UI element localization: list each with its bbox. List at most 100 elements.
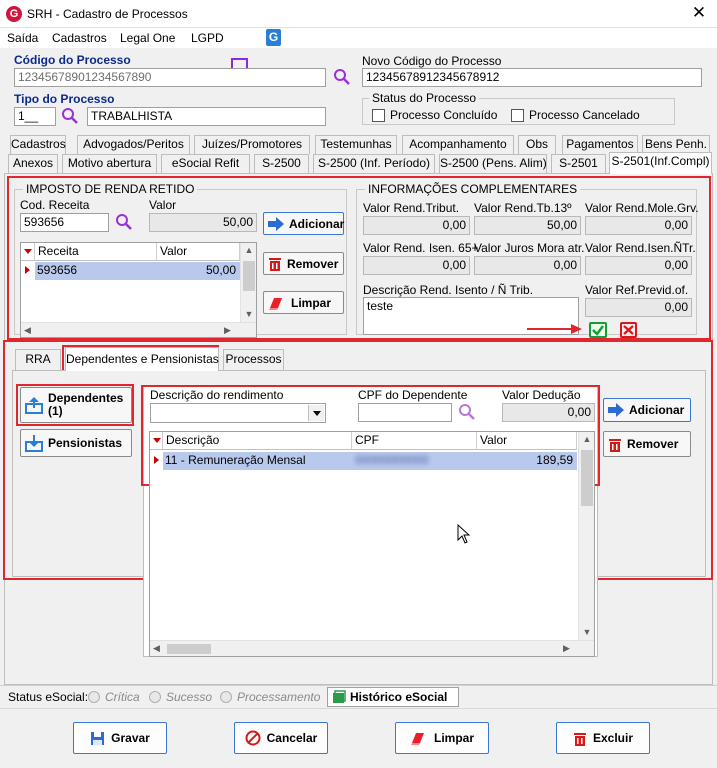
tab-juizes[interactable]: Juízes/Promotores [194,135,310,154]
info-field-label: Valor Rend.Tribut. [363,201,460,215]
ir-grid: Receita Valor 593656 50,00 ▲ ▼ ◀ ▶ [20,242,257,338]
valor-deducao-input: 0,00 [502,403,595,422]
excluir-button[interactable]: Excluir [556,722,650,754]
menu-legal-one[interactable]: Legal One [120,31,175,45]
window-title: SRH - Cadastro de Processos [27,7,188,21]
tab-s2500-pens-alim[interactable]: S-2500 (Pens. Alim) [439,154,547,173]
tipo-value-input: TRABALHISTA [87,107,326,126]
arrow-right-icon [608,403,624,417]
tab-s2501-inf-compl[interactable]: S-2501(Inf.Compl) [609,152,712,174]
status-esocial-label: Status eSocial: [8,690,89,704]
tab-esocial-refit[interactable]: eSocial Refit [161,154,250,173]
grid-header-receita[interactable]: Receita [35,243,157,261]
tipo-label: Tipo do Processo [14,92,115,106]
search-receita-icon[interactable] [115,213,133,231]
save-icon [91,731,105,745]
search-codigo-icon[interactable] [333,68,351,86]
valor-label: Valor [149,198,177,212]
cancelar-button[interactable]: Cancelar [234,722,328,754]
codigo-input[interactable]: 12345678901234567890 [14,68,326,87]
grid-header-valor[interactable]: Valor [157,243,240,261]
g-app-icon[interactable]: G [266,29,281,46]
tab-obs[interactable]: Obs [518,135,556,154]
info-field-input: 0,00 [474,256,581,275]
subtab-rra[interactable]: RRA [15,349,61,370]
dep-grid: Descrição CPF Valor 11 - Remuneração Men… [149,431,595,657]
history-icon [333,690,346,703]
novo-codigo-input[interactable]: 12345678912345678912 [362,68,702,87]
tab-acompanhamento[interactable]: Acompanhamento [402,135,514,154]
ir-limpar-button[interactable]: Limpar [263,291,344,314]
tab-anexos[interactable]: Anexos [8,154,58,173]
info-field-label: Valor Rend. Isen. 65+ [363,241,479,255]
radio-sucesso[interactable] [149,691,161,703]
red-arrow-annotation [527,324,582,334]
limpar-button[interactable]: Limpar [395,722,489,754]
processo-cancelado-checkbox[interactable] [511,109,524,122]
tab-motivo-abertura[interactable]: Motivo abertura [62,154,157,173]
processo-concluido-label: Processo Concluído [390,108,498,122]
search-cpf-icon[interactable] [458,403,476,421]
tab-cadastros[interactable]: Cadastros [10,135,66,154]
tipo-code-input[interactable]: 1__ [14,107,56,126]
table-row[interactable]: 11 - Remuneração Mensal 00000000000 189,… [163,452,577,470]
grid-header-descricao[interactable]: Descrição [163,432,352,450]
historico-esocial-button[interactable]: Histórico eSocial [327,687,459,707]
cod-receita-input[interactable]: 593656 [20,213,109,232]
menu-saida[interactable]: Saída [7,31,38,45]
ir-grid-hscroll[interactable]: ◀ ▶ [21,322,256,337]
info-field-label: Valor Rend.Isen.ÑTr. [585,241,696,255]
info-field-input: 0,00 [585,256,692,275]
grid-header-cpf[interactable]: CPF [352,432,477,450]
gravar-button[interactable]: Gravar [73,722,167,754]
app-logo-icon: G [6,6,22,22]
cpf-dependente-input[interactable] [358,403,452,422]
dep-remover-button[interactable]: Remover [603,431,691,457]
confirm-check-button[interactable] [589,322,607,338]
tab-s2500[interactable]: S-2500 [254,154,309,173]
descricao-rendimento-label: Descrição do rendimento [150,388,284,402]
radio-sucesso-label: Sucesso [166,690,213,704]
close-window-button[interactable]: ✕ [688,3,710,23]
main-tabs: Cadastros Advogados/Peritos Juízes/Promo… [0,135,717,175]
row-pointer-icon [154,456,159,464]
info-field-label: Valor Rend.Tb.13º [474,201,572,215]
trash-icon [573,732,586,746]
descricao-isento-label: Descrição Rend. Isento / Ñ Trib. [363,283,534,297]
ir-grid-vscroll[interactable]: ▲ ▼ [240,243,256,323]
subtab-dependentes-pensionistas[interactable]: Dependentes e Pensionistas [65,347,219,371]
processo-cancelado-label: Processo Cancelado [529,108,640,122]
tab-s2501[interactable]: S-2501 [551,154,606,173]
grid-header-valor[interactable]: Valor [477,432,577,450]
tab-testemunhas[interactable]: Testemunhas [315,135,397,154]
novo-codigo-label: Novo Código do Processo [362,54,502,68]
search-tipo-icon[interactable] [61,107,79,125]
tab-s2500-inf-periodo[interactable]: S-2500 (Inf. Período) [313,154,435,173]
info-field-label: Valor Rend.Mole.Grv. [585,201,699,215]
valor-input: 50,00 [149,213,257,232]
dep-grid-vscroll[interactable]: ▲ ▼ [578,432,594,641]
dep-adicionar-button[interactable]: Adicionar [603,398,691,422]
radio-processamento[interactable] [220,691,232,703]
processo-concluido-checkbox[interactable] [372,109,385,122]
grid-indicator-col [21,243,35,261]
mouse-cursor-icon [457,524,471,544]
info-field-label: Valor Juros Mora atr. [474,241,585,255]
chevron-down-icon[interactable] [308,405,324,421]
sort-indicator-icon [153,438,161,443]
pensionistas-button[interactable]: Pensionistas [20,429,132,457]
ir-adicionar-button[interactable]: Adicionar [263,212,344,235]
subtab-processos[interactable]: Processos [223,349,284,370]
menu-cadastros[interactable]: Cadastros [52,31,107,45]
cancel-x-button[interactable] [620,322,637,338]
row-pointer-icon [25,266,30,274]
valor-deducao-label: Valor Dedução [502,388,581,402]
descricao-rendimento-select[interactable] [150,403,326,423]
radio-critica[interactable] [88,691,100,703]
ir-remover-button[interactable]: Remover [263,252,344,275]
cancel-icon [245,730,261,746]
dep-grid-hscroll[interactable]: ◀ ▶ [150,640,594,656]
tab-advogados[interactable]: Advogados/Peritos [77,135,190,154]
table-row[interactable]: 593656 50,00 [35,262,240,280]
menu-lgpd[interactable]: LGPD [191,31,224,45]
